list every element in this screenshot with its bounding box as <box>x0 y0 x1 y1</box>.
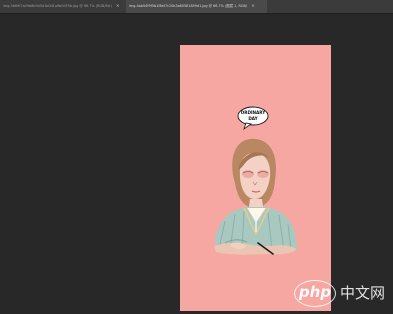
speech-bubble-line-2: DAY <box>248 116 258 121</box>
close-icon[interactable]: × <box>116 0 120 13</box>
document-tab-bar: img-9b89f7a09b8b9d5d1b0d1a9b0d55b.jpg @ … <box>0 0 393 14</box>
canvas-workspace[interactable]: ORDINARY DAY php 中文网 <box>0 14 393 314</box>
close-icon[interactable]: × <box>251 0 255 13</box>
speech-bubble-line-1: ORDINARY <box>241 110 267 115</box>
php-watermark: php 中文网 <box>294 280 390 310</box>
watermark-text: 中文网 <box>340 284 386 302</box>
document-tab-2-title: img-4ab54f9f5b1f8ef7c20b3a60581859d1.jpg… <box>129 4 247 8</box>
photoshop-window: img-9b89f7a09b8b9d5d1b0d1a9b0d55b.jpg @ … <box>0 0 393 314</box>
document-canvas[interactable]: ORDINARY DAY <box>180 45 331 311</box>
php-logo: php <box>294 280 336 307</box>
document-tab-1[interactable]: img-9b89f7a09b8b9d5d1b0d1a9b0d55b.jpg @ … <box>0 0 123 13</box>
document-tab-2[interactable]: img-4ab54f9f5b1f8ef7c20b3a60581859d1.jpg… <box>126 0 267 13</box>
illustration-artwork: ORDINARY DAY <box>180 45 331 311</box>
document-tab-1-title: img-9b89f7a09b8b9d5d1b0d1a9b0d55b.jpg @ … <box>3 4 112 8</box>
